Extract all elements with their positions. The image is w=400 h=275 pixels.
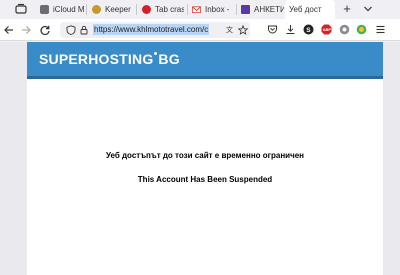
back-icon[interactable] bbox=[3, 24, 15, 36]
tab-separator bbox=[236, 4, 237, 15]
reload-icon[interactable] bbox=[39, 24, 51, 36]
bookmark-star-icon[interactable] bbox=[238, 25, 248, 35]
tab-label: Inbox - bbox=[205, 5, 230, 14]
download-icon[interactable] bbox=[285, 24, 296, 35]
suspended-message-en: This Account Has Been Suspended bbox=[137, 175, 273, 184]
shield-icon[interactable] bbox=[66, 25, 76, 35]
svg-text:文: 文 bbox=[226, 25, 233, 34]
chevron-down-icon[interactable] bbox=[363, 3, 373, 15]
brand-logo[interactable]: SUPERHOSTING BG bbox=[39, 51, 180, 67]
tab-label: Keeper bbox=[105, 5, 131, 14]
brand-name: SUPERHOSTING bbox=[39, 51, 154, 67]
tab-label: АНКЕТИ bbox=[254, 5, 284, 14]
hosting-header: SUPERHOSTING BG bbox=[27, 42, 383, 76]
extension-color-icon[interactable] bbox=[356, 24, 367, 35]
suspended-notice: Уеб достъпът до този сайт е временно огр… bbox=[27, 79, 383, 275]
icloud-icon bbox=[40, 5, 49, 14]
gmail-icon bbox=[192, 6, 201, 14]
address-bar[interactable]: https://www.khlmototravel.com/c 文 bbox=[60, 22, 250, 38]
tab-survey[interactable]: АНКЕТИ bbox=[241, 0, 284, 19]
adblock-icon[interactable]: ABP bbox=[321, 24, 332, 35]
menu-icon[interactable] bbox=[375, 24, 386, 35]
tab-crash[interactable]: Tab cras bbox=[142, 0, 184, 19]
keeper-icon bbox=[92, 5, 101, 14]
extension-grey-icon[interactable] bbox=[339, 24, 350, 35]
svg-text:ABP: ABP bbox=[323, 27, 332, 32]
pocket-icon[interactable] bbox=[267, 24, 278, 35]
translate-icon[interactable]: 文 bbox=[226, 25, 236, 35]
tab-label: Уеб дост bbox=[289, 5, 322, 14]
tab-gmail[interactable]: Inbox - bbox=[192, 0, 234, 19]
navigation-bar: https://www.khlmototravel.com/c 文 S ABP bbox=[0, 19, 400, 41]
brand-dot bbox=[154, 52, 158, 55]
tab-strip: iCloud M Keeper Tab cras Inbox - АНКЕТИ … bbox=[0, 0, 400, 19]
brand-suffix: BG bbox=[158, 51, 180, 67]
tab-label: Tab cras bbox=[155, 5, 184, 14]
forward-icon[interactable] bbox=[20, 24, 32, 36]
firefox-view-icon[interactable] bbox=[14, 2, 28, 16]
new-tab-button[interactable]: + bbox=[341, 2, 353, 16]
tab-label: iCloud M bbox=[53, 5, 85, 14]
lock-icon[interactable] bbox=[79, 25, 89, 35]
tab-icloud[interactable]: iCloud M bbox=[40, 0, 85, 19]
tab-active-page[interactable]: Уеб дост bbox=[285, 0, 335, 19]
crash-icon bbox=[142, 5, 151, 14]
svg-text:S: S bbox=[306, 27, 311, 34]
tab-separator bbox=[86, 4, 87, 15]
tab-separator bbox=[136, 4, 137, 15]
tab-keeper[interactable]: Keeper bbox=[92, 0, 134, 19]
restricted-message-bg: Уеб достъпът до този сайт е временно огр… bbox=[106, 151, 304, 160]
extension-s-icon[interactable]: S bbox=[303, 24, 314, 35]
url-text[interactable]: https://www.khlmototravel.com/c bbox=[93, 24, 210, 35]
tab-separator bbox=[187, 4, 188, 15]
survey-icon bbox=[241, 5, 250, 14]
page-viewport: SUPERHOSTING BG Уеб достъпът до този сайт… bbox=[0, 42, 400, 275]
